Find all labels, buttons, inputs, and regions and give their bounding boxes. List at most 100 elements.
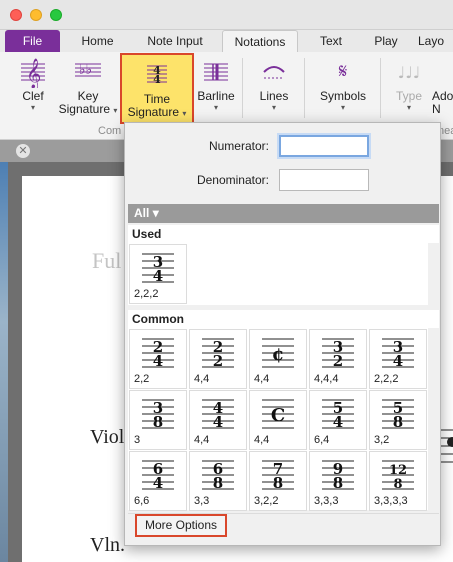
ribbon-divider: [304, 58, 305, 118]
denominator-input[interactable]: [279, 169, 369, 191]
filter-label: All: [134, 206, 150, 220]
svg-text:4: 4: [153, 73, 161, 86]
key-signature-icon: ♭♭: [75, 62, 101, 78]
beam-pattern-label: 3,3,3: [314, 495, 339, 507]
used-grid: 3 4 2,2,2: [128, 243, 428, 305]
used-section-header: Used: [128, 225, 439, 243]
filter-dropdown[interactable]: All ▾: [128, 204, 439, 223]
time-signature-glyph: 64: [142, 460, 174, 492]
chevron-down-icon: ▾: [271, 103, 276, 112]
time-signature-glyph: 54: [322, 399, 354, 431]
beam-pattern-label: 3,3,3,3: [374, 495, 408, 507]
key-signature-button[interactable]: ♭♭ Key Signature ▾: [58, 52, 118, 122]
clef-button[interactable]: 𝄞 Clef ▾: [12, 52, 54, 122]
add-notehead-button[interactable]: Ado N: [432, 52, 453, 122]
numerator-input[interactable]: [279, 135, 369, 157]
time-signature-icon: 44: [147, 64, 167, 86]
svg-text:♩♩♩: ♩♩♩: [398, 63, 421, 82]
minimize-window-button[interactable]: [30, 9, 42, 21]
time-signature-option[interactable]: ¢ 4,4: [249, 329, 307, 389]
time-signature-button[interactable]: 44 Time Signature ▾: [120, 53, 194, 124]
chevron-down-icon: ▾: [113, 106, 118, 115]
time-signature-glyph: 32: [322, 338, 354, 370]
beam-pattern-label: 4,4,4: [314, 373, 339, 385]
beam-pattern-label: 4,4: [254, 434, 270, 446]
tab-home[interactable]: Home: [70, 30, 125, 52]
close-document-icon[interactable]: ✕: [16, 144, 30, 158]
time-signature-glyph: 44: [202, 399, 234, 431]
time-label-2: Signature: [127, 105, 179, 119]
time-signature-option[interactable]: 6 8 3,3: [189, 451, 247, 511]
ribbon-divider: [242, 58, 243, 118]
time-signature-option[interactable]: 3 2 4,4,4: [309, 329, 367, 389]
slur-lines-icon: [263, 66, 285, 79]
time-signature-option[interactable]: 383: [129, 390, 187, 450]
svg-text:♭♭: ♭♭: [79, 62, 92, 78]
time-signature-option[interactable]: 2 4 2,2: [129, 329, 187, 389]
svg-text:𝄞: 𝄞: [26, 58, 41, 88]
noteheads-type-button[interactable]: ♩♩♩ Type ▾: [392, 52, 426, 122]
treble-clef-icon: 𝄞: [21, 58, 45, 88]
beam-pattern-label: 4,4: [254, 373, 270, 385]
close-window-button[interactable]: [10, 9, 22, 21]
lines-label: Lines: [259, 89, 289, 103]
window-titlebar: [0, 0, 453, 30]
barline-button[interactable]: Barline ▾: [196, 52, 236, 122]
time-signature-option[interactable]: 12 8 3,3,3,3: [369, 451, 427, 511]
time-signature-glyph: 128: [382, 460, 414, 492]
segno-symbol-icon: 𝄋: [339, 59, 348, 83]
more-options-button[interactable]: More Options: [135, 514, 227, 537]
time-signature-digit: C: [271, 405, 285, 426]
tab-note-input[interactable]: Note Input: [135, 30, 215, 52]
time-signature-option[interactable]: 3 4 2,2,2: [369, 329, 427, 389]
symbols-button[interactable]: 𝄋 Symbols ▾: [316, 52, 370, 122]
time-signature-glyph: 78: [262, 460, 294, 492]
time-signature-option[interactable]: 2 2 4,4: [189, 329, 247, 389]
beam-pattern-label: 3,3: [194, 495, 210, 507]
score-title-fragment: Ful: [92, 248, 122, 273]
tab-play[interactable]: Play: [360, 30, 412, 52]
time-signature-option[interactable]: C 4,4: [249, 390, 307, 450]
numerator-label: Numerator:: [208, 139, 269, 153]
time-signature-option[interactable]: 3 4 2,2,2: [129, 244, 187, 304]
tab-notations[interactable]: Notations: [222, 30, 298, 52]
time-signature-digit: 8: [393, 477, 402, 492]
time-signature-option[interactable]: 5 8 3,2: [369, 390, 427, 450]
tab-layout[interactable]: Layo: [418, 30, 453, 52]
time-signature-option[interactable]: 9 8 3,3,3: [309, 451, 367, 511]
beam-pattern-label: 6,6: [134, 495, 150, 507]
svg-text:𝄋: 𝄋: [339, 59, 348, 83]
time-signature-option[interactable]: 7 8 3,2,2: [249, 451, 307, 511]
time-signature-glyph: C: [262, 399, 294, 429]
beam-pattern-label: 2,2: [134, 373, 150, 385]
time-signature-glyph: 68: [202, 460, 234, 492]
time-signature-digit: 2: [333, 352, 343, 370]
time-signature-popup: Numerator: Denominator: All ▾ Used 3 4 2,2…: [124, 122, 441, 546]
barline-icon: [204, 63, 228, 81]
zoom-window-button[interactable]: [50, 9, 62, 21]
ribbon-tab-bar: File Home Note Input Notations Text Play…: [0, 30, 453, 52]
ribbon-divider: [380, 58, 381, 118]
time-signature-glyph: 22: [202, 338, 234, 370]
time-signature-digit: 4: [333, 413, 343, 431]
tab-file[interactable]: File: [5, 30, 60, 52]
clef-label: Clef: [22, 89, 44, 103]
beam-pattern-label: 2,2,2: [134, 288, 159, 300]
time-signature-option[interactable]: 4 4 4,4: [189, 390, 247, 450]
time-signature-option[interactable]: 6 4 6,6: [129, 451, 187, 511]
instrument-name-vln: Vln.: [90, 534, 125, 556]
group-label-common: Com: [98, 125, 122, 137]
add-label-2: N: [432, 102, 441, 116]
common-section-header: Common: [128, 310, 439, 328]
time-signature-glyph: 34: [382, 338, 414, 370]
time-signature-digit: 8: [393, 413, 403, 431]
lines-button[interactable]: Lines ▾: [254, 52, 294, 122]
tab-text[interactable]: Text: [306, 30, 356, 52]
time-signature-digit: ¢: [272, 344, 285, 365]
time-signature-digit: 8: [153, 413, 163, 431]
chevron-down-icon: ▾: [152, 206, 159, 220]
chevron-down-icon: ▾: [30, 103, 35, 112]
time-signature-option[interactable]: 5 4 6,4: [309, 390, 367, 450]
time-signature-digit: 4: [153, 267, 163, 285]
noteheads-icon: ♩♩♩: [398, 63, 421, 82]
